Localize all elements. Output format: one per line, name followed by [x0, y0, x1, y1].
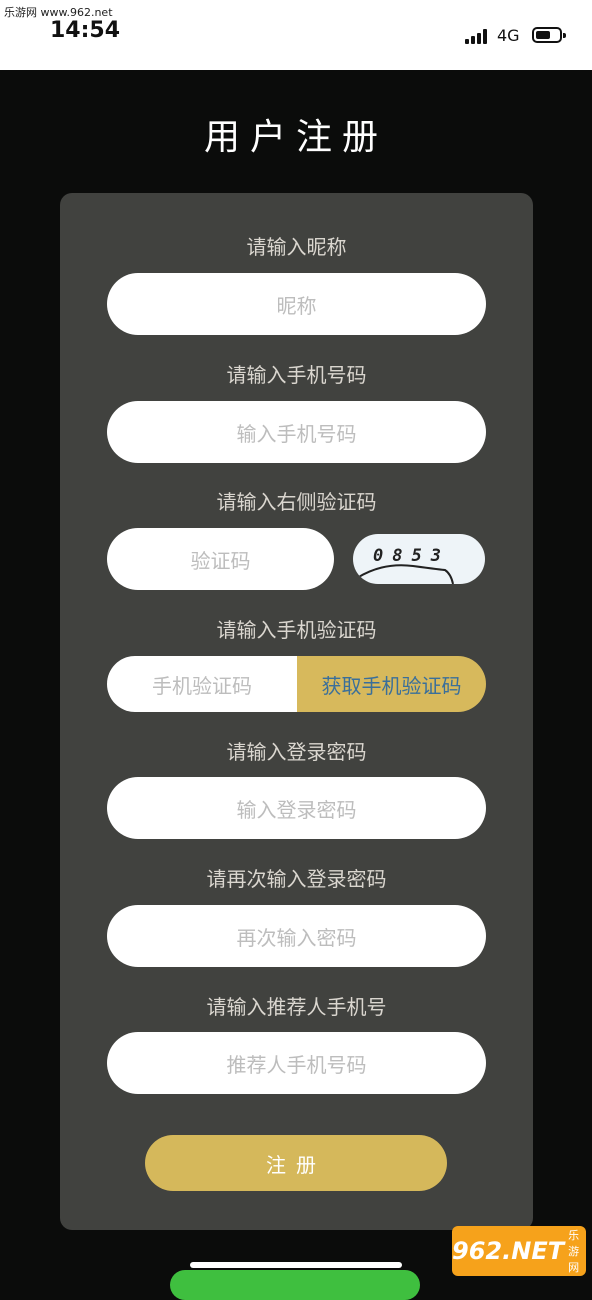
password-label: 请输入登录密码	[226, 740, 367, 764]
nickname-label: 请输入昵称	[246, 235, 347, 259]
watermark-number: 962	[452, 1237, 503, 1265]
register-button[interactable]: 注册	[145, 1135, 447, 1191]
watermark-suffix: .NET	[502, 1237, 565, 1265]
page-title: 用户注册	[203, 117, 388, 158]
sms-row: 手机验证码 获取手机验证码	[107, 656, 486, 712]
captcha-text: 0853	[373, 546, 450, 566]
status-time: 14:54	[50, 18, 121, 43]
watermark-logo: 962 .NET 乐游网	[452, 1226, 586, 1276]
signal-icon	[465, 28, 491, 44]
bottom-bar	[170, 1270, 420, 1300]
registration-form: 请输入昵称 昵称 请输入手机号码 输入手机号码 请输入右侧验证码 验证码 085…	[60, 193, 533, 1230]
nickname-input[interactable]: 昵称	[107, 273, 486, 335]
phone-input[interactable]: 输入手机号码	[107, 401, 486, 463]
captcha-label: 请输入右侧验证码	[216, 490, 377, 514]
password-confirm-input[interactable]: 再次输入密码	[107, 905, 486, 967]
captcha-image[interactable]: 0853	[353, 534, 485, 584]
home-indicator	[190, 1262, 402, 1268]
status-bar: 乐游网 www.962.net 14:54 4G	[0, 0, 592, 70]
password-input[interactable]: 输入登录密码	[107, 777, 486, 839]
get-sms-code-button[interactable]: 获取手机验证码	[297, 656, 486, 712]
captcha-input[interactable]: 验证码	[107, 528, 334, 590]
referrer-input[interactable]: 推荐人手机号码	[107, 1032, 486, 1094]
password-confirm-label: 请再次输入登录密码	[206, 867, 387, 891]
watermark-logo-text: 乐游网	[568, 1229, 580, 1274]
sms-label: 请输入手机验证码	[216, 618, 377, 642]
sms-code-input[interactable]: 手机验证码	[107, 656, 297, 712]
network-type: 4G	[497, 26, 520, 45]
phone-label: 请输入手机号码	[226, 363, 367, 387]
battery-icon	[532, 27, 566, 43]
referrer-label: 请输入推荐人手机号	[206, 995, 387, 1019]
